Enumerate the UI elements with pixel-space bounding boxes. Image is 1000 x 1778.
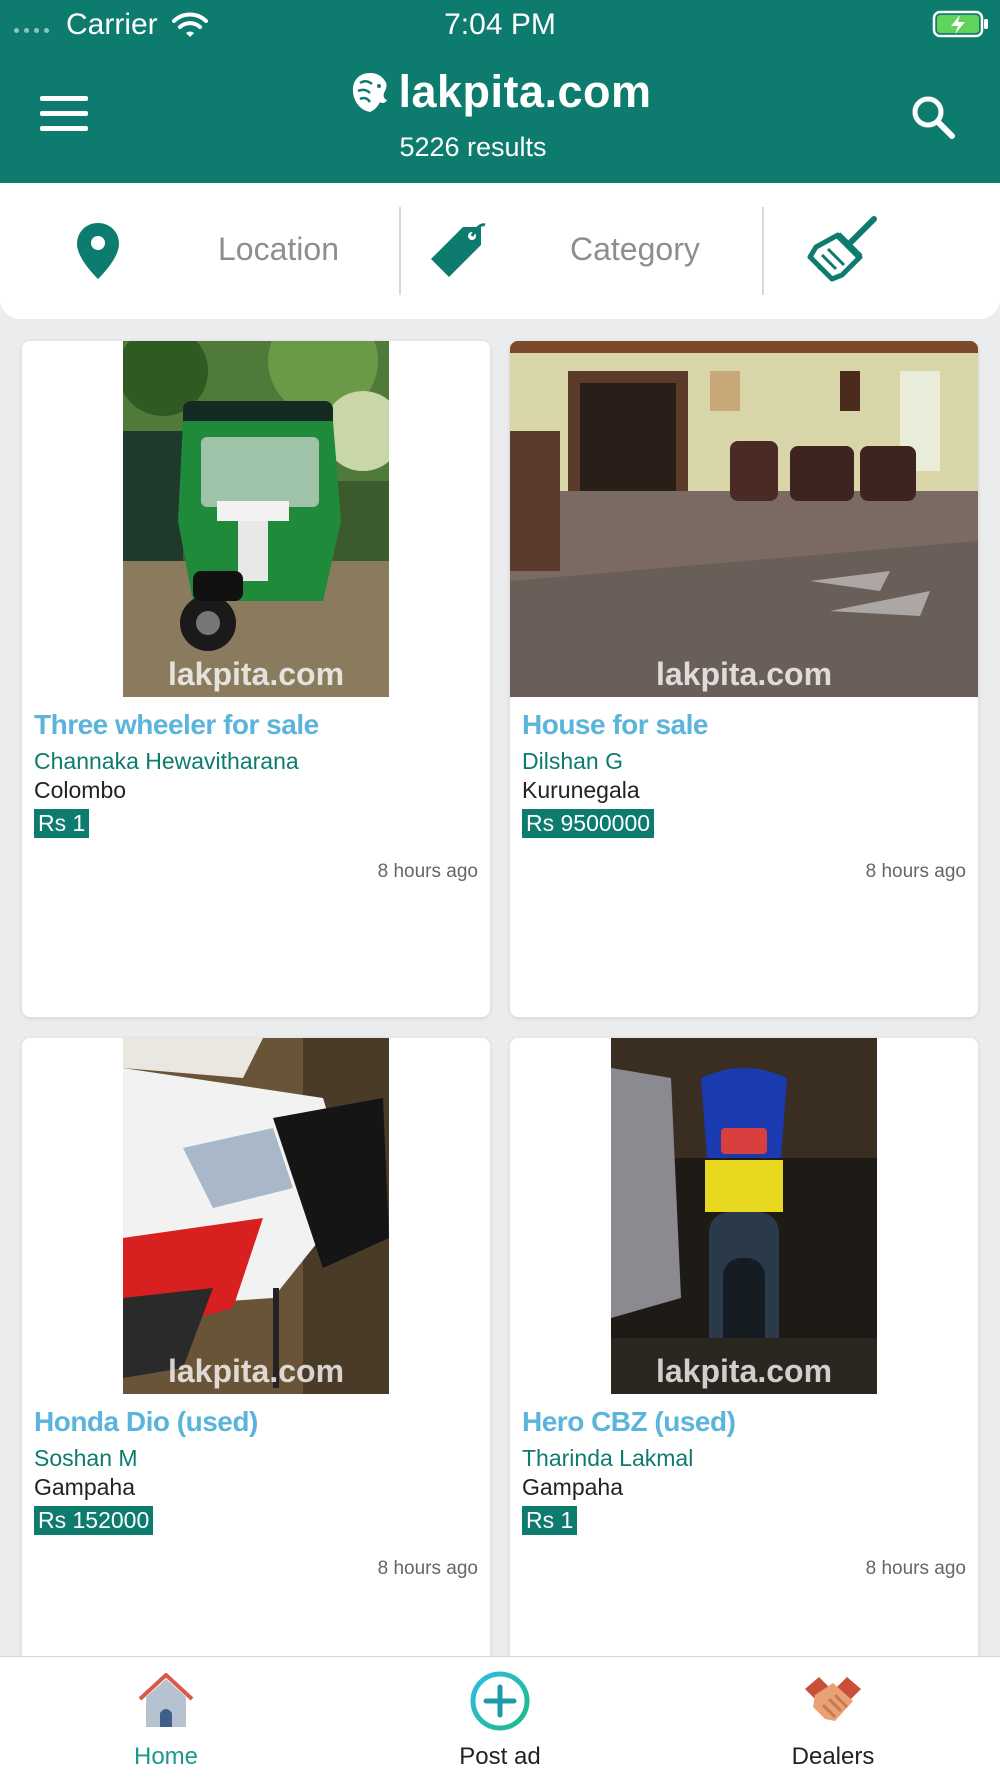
listing-location: Kurunegala: [522, 777, 640, 803]
listing-title[interactable]: Honda Dio (used): [34, 1406, 258, 1438]
listing-card[interactable]: lakpita.com Hero CBZ (used) Tharinda Lak…: [510, 1038, 978, 1714]
brand-name: lakpita.com: [398, 66, 652, 117]
listing-location: Gampaha: [522, 1474, 624, 1500]
nav-post-ad-label: Post ad: [459, 1743, 541, 1770]
listing-location: Gampaha: [34, 1474, 136, 1500]
listing-title[interactable]: Three wheeler for sale: [34, 709, 319, 741]
listing-posted-time: 8 hours ago: [865, 1558, 966, 1579]
results-count: 5226 results: [399, 132, 547, 162]
listing-card[interactable]: lakpita.com House for sale Dilshan G Kur…: [510, 341, 978, 1017]
watermark: lakpita.com: [167, 1353, 345, 1389]
listing-title[interactable]: House for sale: [522, 709, 708, 741]
home-icon: [138, 1673, 194, 1727]
brand-logo: lakpita.com: [0, 66, 1000, 120]
listing-posted-time: 8 hours ago: [377, 861, 478, 882]
listing-price: Rs 9500000: [522, 809, 655, 838]
category-label: Category: [570, 231, 700, 267]
listing-card[interactable]: lakpita.com Three wheeler for sale Chann…: [22, 341, 490, 1017]
scooter-photo: [123, 1038, 389, 1394]
listing-price: Rs 1: [34, 809, 90, 838]
listing-price: Rs 152000: [34, 1506, 154, 1535]
battery-icon: [932, 9, 990, 44]
filter-bar: Location Category: [0, 183, 1000, 319]
motorbike-photo: [611, 1038, 877, 1394]
listing-seller: Channaka Hewavitharana: [34, 748, 299, 774]
location-pin-icon: [77, 223, 119, 279]
listing-photo[interactable]: lakpita.com: [611, 1038, 877, 1394]
clear-filters-button[interactable]: [764, 183, 1000, 319]
status-time: 7:04 PM: [444, 8, 556, 41]
listing-seller: Dilshan G: [522, 748, 623, 774]
listing-photo[interactable]: lakpita.com: [510, 341, 978, 697]
lion-logo-icon: [353, 73, 388, 112]
house-interior-photo: [510, 341, 978, 697]
three-wheeler-photo: [123, 341, 389, 697]
status-bar: Carrier 7:04 PM: [0, 0, 1000, 50]
watermark: lakpita.com: [167, 656, 345, 692]
handshake-icon: [805, 1677, 861, 1721]
add-circle-icon: [470, 1671, 530, 1731]
listing-title[interactable]: Hero CBZ (used): [522, 1406, 736, 1438]
listing-location: Colombo: [34, 777, 127, 803]
tag-icon: [431, 223, 486, 277]
location-label: Location: [218, 231, 339, 267]
nav-post-ad[interactable]: Post ad: [400, 1657, 600, 1778]
category-filter[interactable]: Category: [401, 183, 762, 319]
listing-card[interactable]: lakpita.com Honda Dio (used) Soshan M Ga…: [22, 1038, 490, 1714]
broom-icon: [807, 216, 877, 282]
search-button[interactable]: [908, 92, 958, 142]
watermark: lakpita.com: [655, 1353, 833, 1389]
app-header: Carrier 7:04 PM lakpita.com 5226 results: [0, 0, 1000, 183]
listing-photo[interactable]: lakpita.com: [123, 341, 389, 697]
watermark: lakpita.com: [655, 656, 833, 692]
listing-price: Rs 1: [522, 1506, 578, 1535]
nav-dealers-label: Dealers: [791, 1743, 875, 1770]
nav-home-label: Home: [133, 1743, 199, 1770]
listing-posted-time: 8 hours ago: [865, 861, 966, 882]
listing-posted-time: 8 hours ago: [377, 1558, 478, 1579]
nav-home[interactable]: Home: [66, 1657, 266, 1778]
nav-dealers[interactable]: Dealers: [733, 1657, 933, 1778]
search-icon: [912, 96, 955, 139]
listing-photo[interactable]: lakpita.com: [123, 1038, 389, 1394]
bottom-nav: Home Post ad Dealers: [0, 1656, 1000, 1778]
listing-seller: Soshan M: [34, 1445, 138, 1471]
listing-seller: Tharinda Lakmal: [522, 1445, 694, 1471]
location-filter[interactable]: Location: [0, 183, 399, 319]
